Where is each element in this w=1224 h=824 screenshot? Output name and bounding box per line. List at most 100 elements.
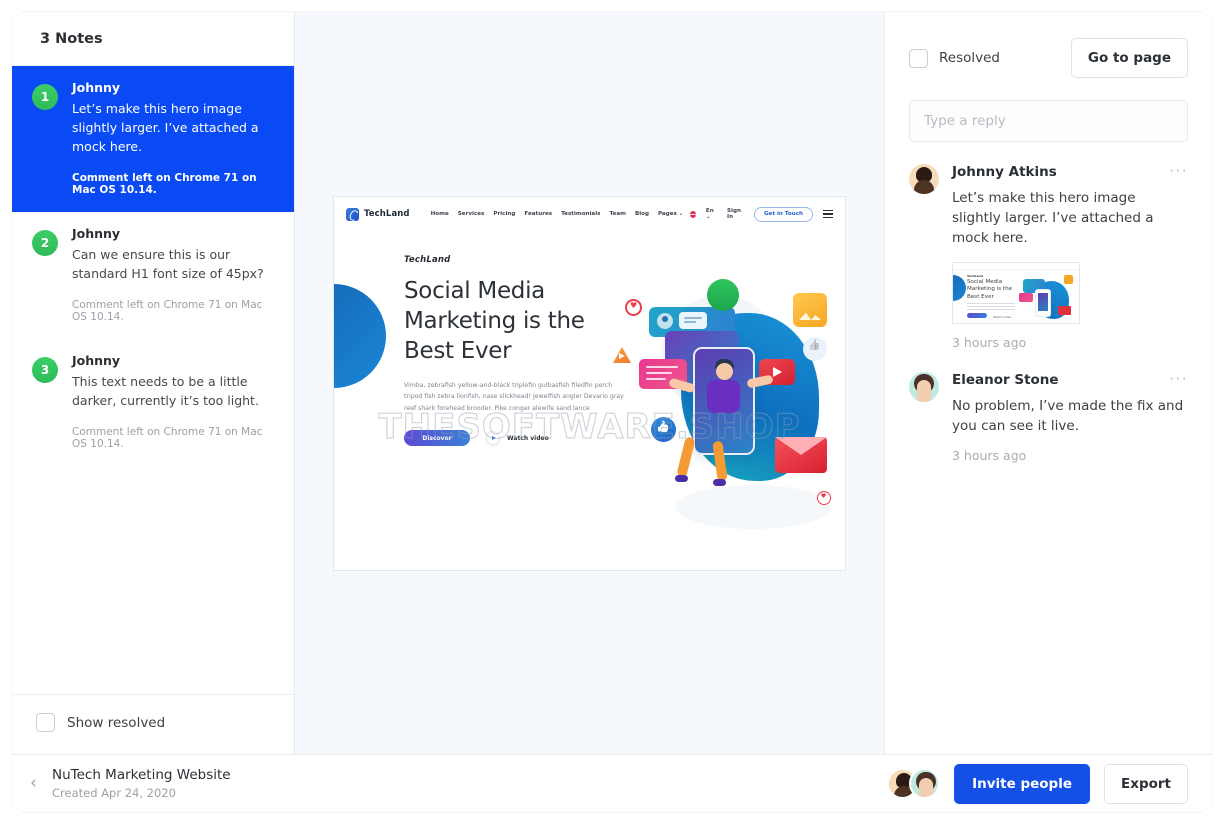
hero-paragraph: Vimba, zebrafish yellow-and-black triple… [404,381,624,412]
illustration-image-icon [793,293,827,327]
invite-people-button[interactable]: Invite people [954,763,1091,804]
nav-link-pages[interactable]: Pages ⌄ [658,211,684,217]
attachment-watch-label: Watch video [993,314,1012,319]
hamburger-menu-icon[interactable] [823,210,833,218]
mockup-nav-right: En ⌄ Sign In Get in Touch [690,206,833,222]
project-created-date: Created Apr 24, 2020 [52,785,176,800]
hero-illustration [611,279,843,535]
mockup-logo: TechLand [346,207,410,221]
illustration-heart-icon [625,299,642,316]
comment-text: No problem, I’ve made the fix and you ca… [952,397,1184,434]
attachment-brand: TechLand [967,273,983,278]
note-content: Johnny This text needs to be a little da… [72,353,274,450]
attachment-illustration [1017,273,1075,321]
nav-link-testimonials[interactable]: Testimonials [561,211,600,217]
avatar[interactable] [909,768,941,799]
note-item-2[interactable]: 2 Johnny Can we ensure this is our stand… [12,212,294,339]
note-item-3[interactable]: 3 Johnny This text needs to be a little … [12,339,294,466]
preview-canvas: TechLand Home Services Pricing Features … [295,12,884,754]
nav-link-services[interactable]: Services [458,211,485,217]
illustration-person-torso [707,380,740,413]
comment-body: Eleanor Stone ··· No problem, I’ve made … [952,371,1188,463]
illustration-thumbs-up-white-icon [803,337,827,361]
resolved-row[interactable]: Resolved [909,48,1000,68]
comment-panel-header: Resolved Go to page [885,12,1212,78]
watch-video-button[interactable]: Watch video [486,431,549,446]
reply-input[interactable] [924,113,1173,129]
sidebar-footer: Show resolved [12,694,294,754]
reply-box[interactable] [909,100,1188,142]
comment-item: Johnny Atkins ··· Let’s make this hero i… [909,164,1188,350]
note-number-badge: 2 [32,230,58,256]
note-meta: Comment left on Chrome 71 on Mac OS 10.1… [72,426,263,450]
comment-body: Johnny Atkins ··· Let’s make this hero i… [952,164,1188,350]
footer-bar: ‹ NuTech Marketing Website Created Apr 2… [12,754,1212,812]
note-content: Johnny Can we ensure this is our standar… [72,226,274,323]
discover-button[interactable]: Discover [404,430,470,447]
nav-link-team[interactable]: Team [609,211,625,217]
attachment-heading: Social Media Marketing is the Best Ever [967,278,1013,300]
footer-actions: Invite people Export [887,763,1188,804]
illustration-person-leg-left [676,436,696,478]
project-info: NuTech Marketing Website Created Apr 24,… [52,767,231,800]
show-resolved-checkbox[interactable] [36,713,55,732]
hero-buttons: Discover Watch video [404,430,624,447]
globe-icon [690,210,699,218]
play-icon [486,431,500,446]
app-window: 3 Notes 1 Johnny Let’s make this hero im… [12,12,1212,812]
mockup-navbar: TechLand Home Services Pricing Features … [334,197,845,231]
hero-brand-label: TechLand [404,255,451,265]
nav-link-pricing[interactable]: Pricing [493,211,515,217]
note-meta: Comment left on Chrome 71 on Mac OS 10.1… [72,172,257,196]
resolved-label: Resolved [939,50,1000,66]
comment-item: Eleanor Stone ··· No problem, I’ve made … [909,371,1188,463]
sign-in-link[interactable]: Sign In [727,208,744,220]
comment-timestamp: 3 hours ago [952,447,1027,463]
collaborator-avatars[interactable] [887,768,941,799]
avatar [909,371,939,402]
show-resolved-label: Show resolved [67,714,166,731]
main-body: 3 Notes 1 Johnny Let’s make this hero im… [12,12,1212,754]
comment-author: Eleanor Stone [952,371,1059,388]
comment-author: Johnny Atkins [952,164,1057,180]
get-in-touch-button[interactable]: Get in Touch [753,206,813,222]
go-to-page-button[interactable]: Go to page [1070,38,1188,78]
more-options-icon[interactable]: ··· [1169,371,1188,387]
notes-count-title: 3 Notes [40,30,103,47]
more-options-icon[interactable]: ··· [1169,164,1188,179]
comment-thread: Johnny Atkins ··· Let’s make this hero i… [885,142,1212,754]
illustration-person-shoe-right [713,479,726,486]
mockup-hero: TechLand Social Media Marketing is the B… [334,231,845,570]
watch-video-label: Watch video [507,434,549,442]
illustration-thumbs-up-blue-icon [651,417,676,442]
mockup-brand: TechLand [364,209,410,219]
hero-copy: TechLand Social Media Marketing is the B… [404,255,624,447]
notes-list: 1 Johnny Let’s make this hero image slig… [12,66,294,694]
illustration-green-circle [707,279,739,311]
language-selector[interactable]: En ⌄ [706,208,717,220]
website-mockup[interactable]: TechLand Home Services Pricing Features … [333,196,846,571]
comment-timestamp: 3 hours ago [952,334,1027,350]
note-text: This text needs to be a little darker, c… [72,374,259,408]
avatar [909,164,939,194]
back-chevron-icon[interactable]: ‹ [30,775,52,792]
comment-header: Eleanor Stone ··· [952,371,1188,388]
illustration-heart-icon-small [817,491,831,505]
illustration-mail-icon [775,437,827,473]
show-resolved-row[interactable]: Show resolved [36,713,270,732]
illustration-ground-shadow [675,485,831,529]
comment-panel: Resolved Go to page Johnny Atkins ··· Le… [884,12,1212,754]
note-author: Johnny [72,353,121,368]
export-button[interactable]: Export [1104,763,1188,804]
nav-link-home[interactable]: Home [431,211,449,217]
hero-heading: Social Media Marketing is the Best Ever [404,278,585,364]
note-text: Can we ensure this is our standard H1 fo… [72,247,264,281]
resolved-checkbox[interactable] [909,48,928,68]
illustration-message-bubble-icon [679,312,707,329]
note-meta: Comment left on Chrome 71 on Mac OS 10.1… [72,299,263,323]
nav-link-blog[interactable]: Blog [635,211,649,217]
comment-attachment-thumbnail[interactable]: TechLand Social Media Marketing is the B… [952,261,1080,324]
nav-link-features[interactable]: Features [524,211,552,217]
note-item-1[interactable]: 1 Johnny Let’s make this hero image slig… [12,66,294,212]
illustration-person-shoe-left [675,475,688,482]
